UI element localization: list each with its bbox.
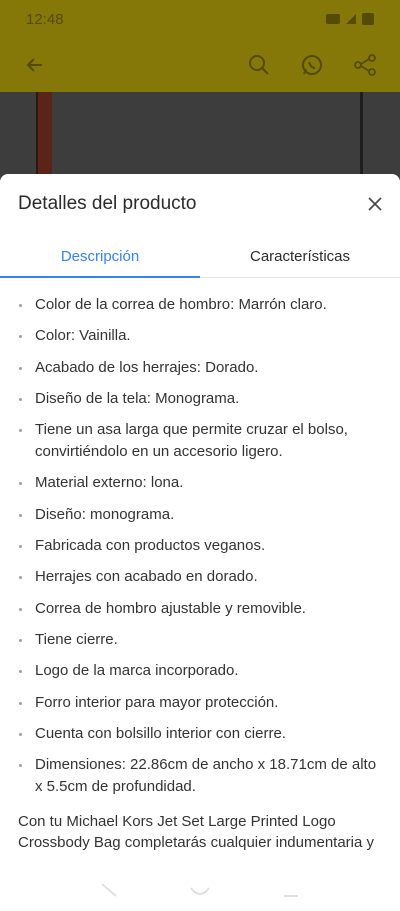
list-item: Tiene cierre. — [0, 629, 400, 651]
bullet-dot-icon — [19, 482, 22, 486]
active-tab-indicator — [0, 276, 200, 278]
list-item: Color: Vainilla. — [0, 325, 400, 347]
list-item: Diseño de la tela: Monograma. — [0, 388, 400, 410]
list-item: Color de la correa de hombro: Marrón cla… — [0, 294, 400, 316]
list-item: Tiene un asa larga que permite cruzar el… — [0, 419, 400, 463]
sheet-title: Detalles del producto — [18, 193, 197, 214]
bullet-dot-icon — [19, 670, 22, 674]
bullet-dot-icon — [19, 764, 22, 768]
app-toolbar — [0, 40, 400, 92]
nav-back-icon — [101, 883, 117, 897]
search-icon — [249, 55, 269, 75]
bullet-dot-icon — [19, 732, 22, 736]
list-item: Dimensiones: 22.86cm de ancho x 18.71cm … — [0, 754, 400, 798]
bullet-dot-icon — [19, 701, 22, 705]
bullet-dot-icon — [19, 397, 22, 401]
tab-caracteristicas[interactable]: Características — [200, 234, 400, 278]
description-content: Color de la correa de hombro: Marrón cla… — [0, 294, 400, 853]
nav-recents-icon — [284, 895, 298, 897]
tab-descripcion[interactable]: Descripción — [0, 234, 200, 278]
list-item: Cuenta con bolsillo interior con cierre. — [0, 723, 400, 745]
bullet-dot-icon — [19, 513, 22, 517]
sheet-header: Detalles del producto — [0, 174, 400, 234]
list-item: Herrajes con acabado en dorado. — [0, 566, 400, 588]
bullet-dot-icon — [19, 366, 22, 370]
close-button[interactable] — [364, 193, 386, 215]
whatsapp-icon — [302, 55, 322, 75]
list-item: Diseño: monograma. — [0, 504, 400, 526]
bullet-dot-icon — [19, 429, 22, 433]
tab-bar: Descripción Características — [0, 234, 400, 278]
status-time: 12:48 — [26, 11, 64, 28]
back-arrow-icon — [26, 58, 42, 72]
product-details-sheet: Detalles del producto Descripción Caract… — [0, 174, 400, 911]
product-image — [0, 92, 400, 182]
description-paragraph: Con tu Michael Kors Jet Set Large Printe… — [18, 813, 375, 852]
list-item: Forro interior para mayor protección. — [0, 692, 400, 714]
nav-home-icon — [190, 887, 210, 895]
bullet-dot-icon — [19, 607, 22, 611]
description-list: Color de la correa de hombro: Marrón cla… — [0, 294, 400, 798]
status-bar: 12:48 — [0, 0, 400, 40]
bullet-dot-icon — [19, 545, 22, 549]
bullet-dot-icon — [19, 335, 22, 339]
bullet-dot-icon — [19, 304, 22, 307]
system-status-icons — [326, 13, 374, 25]
share-icon — [354, 54, 376, 76]
list-item: Logo de la marca incorporado. — [0, 660, 400, 682]
list-item: Acabado de los herrajes: Dorado. — [0, 357, 400, 379]
list-item: Material externo: lona. — [0, 472, 400, 494]
bullet-dot-icon — [19, 638, 22, 642]
system-navigation-bar — [0, 868, 400, 911]
list-item: Fabricada con productos veganos. — [0, 535, 400, 557]
list-item: Correa de hombro ajustable y removible. — [0, 598, 400, 620]
bullet-dot-icon — [19, 576, 22, 580]
close-icon — [368, 197, 382, 211]
